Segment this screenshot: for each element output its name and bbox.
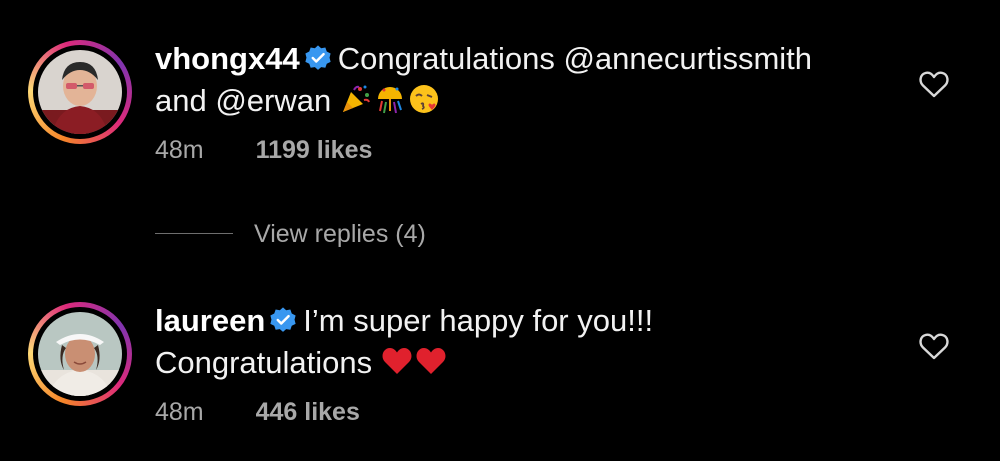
- comment-time: 48m: [155, 398, 204, 426]
- avatar-story-ring[interactable]: [28, 302, 132, 406]
- comment-text-line1: I’m super happy for you!!!: [303, 303, 654, 338]
- red-heart-icon: [416, 348, 446, 374]
- likes-count[interactable]: 446 likes: [256, 398, 360, 426]
- comment-meta: 48m 1199 likes: [155, 136, 372, 165]
- replies-divider: [155, 233, 233, 234]
- red-heart-icon: [382, 348, 412, 374]
- username-link[interactable]: laureen: [155, 303, 265, 338]
- avatar[interactable]: [38, 50, 122, 134]
- verified-badge-icon: [305, 45, 331, 70]
- like-heart-icon[interactable]: [919, 70, 949, 98]
- face-blowing-kiss-icon: [409, 85, 438, 113]
- comment-text-line2: Congratulations: [155, 345, 373, 380]
- comment-meta: 48m 446 likes: [155, 398, 360, 427]
- party-popper-icon: [342, 85, 370, 112]
- comment-text-line1: Congratulations @annecurtissmith: [337, 41, 813, 76]
- comment-body: laureen I’m super happy for you!!! Congra…: [155, 300, 895, 384]
- comment-body: vhongx44 Congratulations @annecurtissmith…: [155, 38, 895, 122]
- likes-count[interactable]: 1199 likes: [256, 136, 373, 164]
- avatar-story-ring[interactable]: [28, 40, 132, 144]
- verified-badge-icon: [270, 307, 296, 332]
- username-link[interactable]: vhongx44: [155, 41, 300, 76]
- like-heart-icon[interactable]: [919, 332, 949, 360]
- confetti-ball-icon: [377, 87, 402, 114]
- comment-text-line2: and @erwan: [155, 83, 332, 118]
- comment-time: 48m: [155, 136, 204, 164]
- view-replies-label: View replies (4): [254, 220, 426, 248]
- avatar[interactable]: [38, 312, 122, 396]
